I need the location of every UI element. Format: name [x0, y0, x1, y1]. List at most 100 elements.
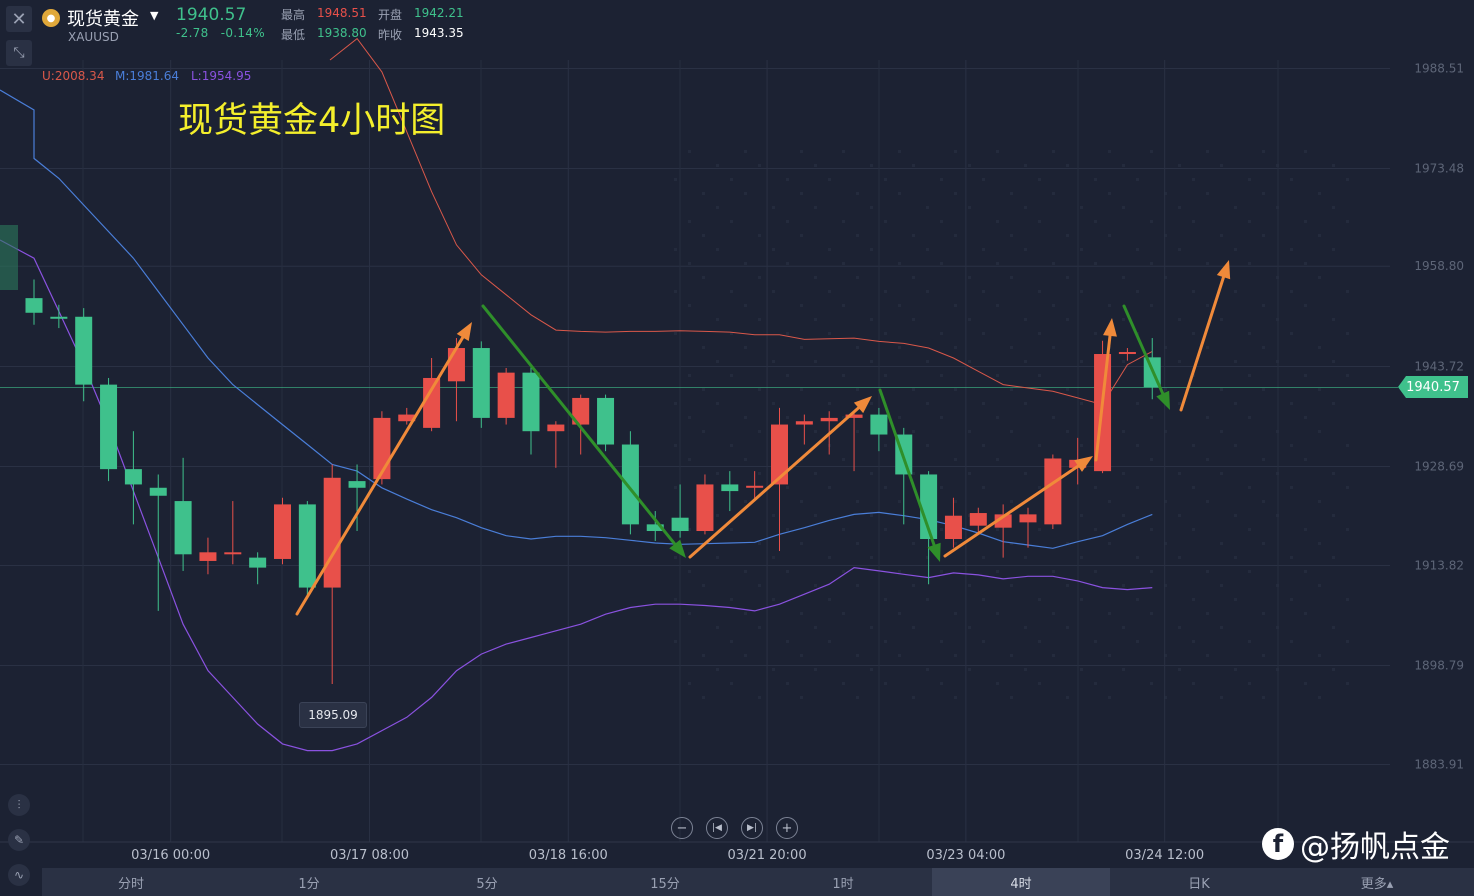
map-texture-dot — [968, 164, 971, 167]
map-texture-dot — [814, 360, 817, 363]
map-texture-dot — [856, 500, 859, 503]
tab-timeshare[interactable]: 分时 — [42, 868, 220, 896]
symbol-name[interactable]: 现货黄金 — [67, 5, 139, 31]
map-texture-dot — [828, 486, 831, 489]
trend-arrow — [1122, 304, 1170, 410]
prev-close-label: 昨收 — [378, 28, 403, 42]
map-texture-dot — [884, 640, 887, 643]
map-texture-dot — [814, 206, 817, 209]
tab-4hour[interactable]: 4时 — [932, 868, 1110, 896]
map-texture-dot — [954, 654, 957, 657]
map-texture-dot — [1038, 640, 1041, 643]
candle-body — [969, 513, 987, 526]
map-texture-dot — [1192, 332, 1195, 335]
map-texture-dot — [716, 514, 719, 517]
map-texture-dot — [1080, 444, 1083, 447]
map-texture-dot — [856, 388, 859, 391]
tab-1hour[interactable]: 1时 — [754, 868, 932, 896]
map-texture-dot — [1122, 472, 1125, 475]
map-texture-dot — [856, 192, 859, 195]
map-texture-dot — [1262, 654, 1265, 657]
map-texture-dot — [758, 472, 761, 475]
map-texture-dot — [1094, 640, 1097, 643]
tab-more[interactable]: 更多▴ — [1288, 868, 1466, 896]
map-texture-dot — [1010, 388, 1013, 391]
zoom-out-button[interactable]: − — [671, 817, 693, 839]
map-texture-dot — [702, 388, 705, 391]
map-texture-dot — [786, 178, 789, 181]
map-texture-dot — [1290, 556, 1293, 559]
map-texture-dot — [772, 290, 775, 293]
map-texture-dot — [870, 164, 873, 167]
draw-pencil-icon[interactable]: ✎ — [8, 829, 30, 851]
map-texture-dot — [786, 262, 789, 265]
map-texture-dot — [674, 178, 677, 181]
map-texture-dot — [1220, 430, 1223, 433]
tab-5min[interactable]: 5分 — [398, 868, 576, 896]
candle-body — [323, 477, 341, 588]
map-texture-dot — [1192, 444, 1195, 447]
x-tick-label: 03/21 20:00 — [728, 848, 807, 863]
map-texture-dot — [1150, 220, 1153, 223]
map-texture-dot — [1136, 290, 1139, 293]
map-texture-dot — [912, 234, 915, 237]
map-texture-dot — [898, 654, 901, 657]
price-change-pct: -0.14% — [220, 26, 265, 40]
map-texture-dot — [688, 612, 691, 615]
map-texture-dot — [1108, 654, 1111, 657]
map-texture-dot — [702, 696, 705, 699]
x-tick-label: 03/24 12:00 — [1125, 848, 1204, 863]
map-texture-dot — [996, 262, 999, 265]
map-texture-dot — [968, 668, 971, 671]
map-texture-dot — [1010, 276, 1013, 279]
indicator-icon[interactable]: ⫶ — [8, 794, 30, 816]
candle-body — [771, 424, 788, 485]
zoom-in-button[interactable]: + — [776, 817, 798, 839]
map-texture-dot — [1122, 626, 1125, 629]
map-texture-dot — [842, 374, 845, 377]
map-texture-dot — [870, 514, 873, 517]
trend-line-icon[interactable]: ∿ — [8, 864, 30, 886]
map-texture-dot — [1178, 206, 1181, 209]
map-texture-dot — [744, 570, 747, 573]
map-texture-dot — [1080, 402, 1083, 405]
map-texture-dot — [884, 220, 887, 223]
candle-partial — [0, 225, 18, 290]
map-texture-dot — [870, 556, 873, 559]
tab-1min[interactable]: 1分 — [220, 868, 398, 896]
boll-lower-line — [0, 239, 1153, 752]
tab-daily[interactable]: 日K — [1110, 868, 1288, 896]
map-texture-dot — [688, 458, 691, 461]
collapse-icon[interactable]: ⤡ — [6, 40, 32, 66]
map-texture-dot — [1122, 318, 1125, 321]
map-texture-dot — [870, 472, 873, 475]
map-texture-dot — [926, 598, 929, 601]
symbol-dropdown-icon[interactable]: ▼ — [150, 9, 158, 22]
candle-body — [795, 421, 813, 425]
map-texture-dot — [688, 570, 691, 573]
map-texture-dot — [716, 472, 719, 475]
map-texture-dot — [786, 416, 789, 419]
close-icon[interactable]: ✕ — [6, 6, 32, 32]
map-texture-dot — [996, 570, 999, 573]
forward-button[interactable]: ▶| — [741, 817, 763, 839]
map-texture-dot — [716, 318, 719, 321]
map-texture-dot — [1178, 514, 1181, 517]
candle-body — [249, 557, 267, 568]
map-texture-dot — [702, 234, 705, 237]
y-tick-label: 1898.79 — [1414, 658, 1464, 672]
rewind-button[interactable]: |◀ — [706, 817, 728, 839]
map-texture-dot — [1108, 304, 1111, 307]
boll-lower-label: L:1954.95 — [191, 69, 252, 83]
map-texture-dot — [1332, 402, 1335, 405]
map-texture-dot — [758, 388, 761, 391]
map-texture-dot — [898, 570, 901, 573]
low-label: 最低 — [281, 28, 306, 42]
tab-15min[interactable]: 15分 — [576, 868, 754, 896]
map-texture-dot — [1234, 668, 1237, 671]
candle-body — [1118, 352, 1136, 355]
map-texture-dot — [702, 346, 705, 349]
map-texture-dot — [1262, 192, 1265, 195]
map-texture-dot — [1052, 192, 1055, 195]
map-texture-dot — [996, 682, 999, 685]
